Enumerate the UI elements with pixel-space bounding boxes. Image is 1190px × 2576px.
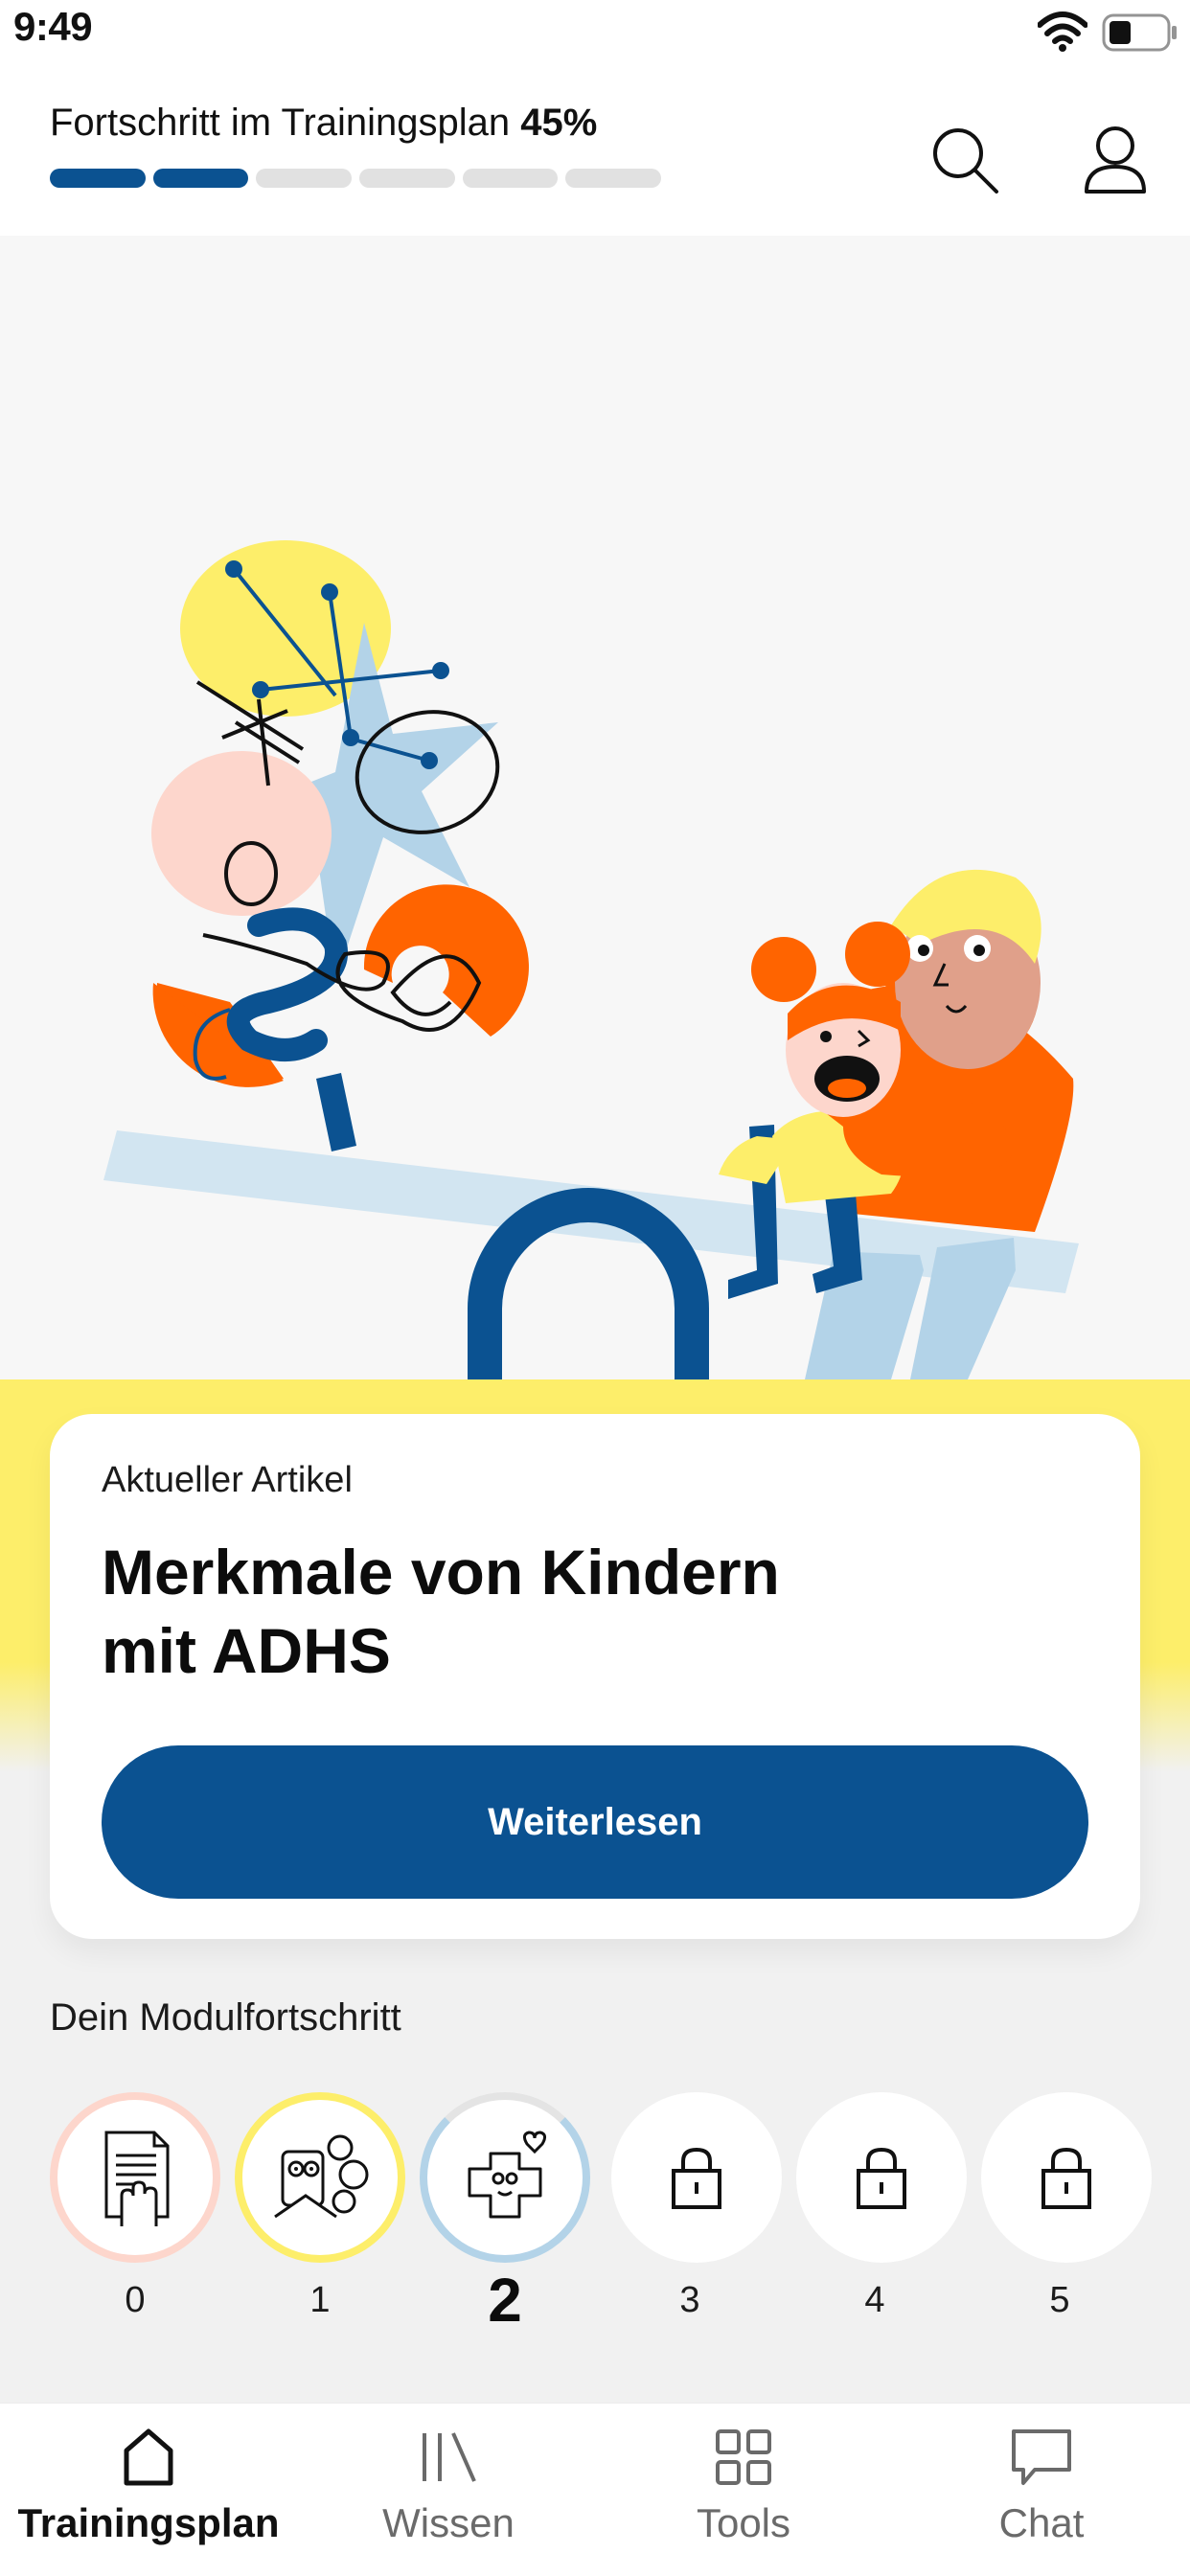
article-title: Merkmale von Kindern mit ADHS xyxy=(102,1537,780,1686)
battery-icon xyxy=(1102,13,1177,52)
progress-segment xyxy=(462,169,559,188)
module-number: 3 xyxy=(679,2280,700,2320)
tab-label: Trainingsplan xyxy=(17,2500,280,2545)
lock-icon xyxy=(1041,2147,1091,2209)
module-progress-heading: Dein Modulfortschritt xyxy=(50,1996,401,2039)
training-progress-bar xyxy=(50,169,662,188)
reading-person-icon xyxy=(274,2134,369,2219)
module-number-current: 2 xyxy=(488,2266,522,2335)
progress-segment xyxy=(152,169,249,188)
module-5-button[interactable] xyxy=(981,2092,1152,2263)
training-progress-label: Fortschritt im Trainingsplan 45% xyxy=(50,102,597,145)
lock-icon xyxy=(672,2147,721,2209)
progress-segment xyxy=(50,169,146,188)
progress-segment xyxy=(256,169,353,188)
progress-percent: 45% xyxy=(520,102,598,144)
home-icon xyxy=(124,2428,173,2486)
wifi-icon xyxy=(1038,11,1087,52)
article-kicker: Aktueller Artikel xyxy=(102,1460,353,1500)
document-hand-icon xyxy=(104,2131,170,2226)
module-1-button[interactable] xyxy=(235,2092,405,2263)
heart-character-icon xyxy=(468,2131,547,2219)
tab-tools[interactable]: Tools xyxy=(600,2424,887,2546)
module-number: 5 xyxy=(1049,2280,1070,2320)
module-2-button[interactable] xyxy=(420,2092,590,2263)
library-icon xyxy=(423,2432,476,2482)
hero-illustration xyxy=(0,236,1190,1379)
module-number: 1 xyxy=(309,2280,331,2320)
tab-label: Chat xyxy=(998,2500,1085,2545)
chat-icon xyxy=(1012,2429,1071,2485)
progress-label-text: Fortschritt im Trainingsplan xyxy=(50,102,511,144)
progress-segment xyxy=(359,169,455,188)
seesaw-family-illustration xyxy=(103,540,1079,1379)
lock-icon xyxy=(857,2147,906,2209)
module-4-button[interactable] xyxy=(796,2092,967,2263)
tab-trainingsplan[interactable]: Trainingsplan xyxy=(0,2424,297,2546)
module-0-button[interactable] xyxy=(50,2092,220,2263)
module-3-button[interactable] xyxy=(611,2092,782,2263)
status-time: 9:49 xyxy=(13,4,93,49)
tab-wissen[interactable]: Wissen xyxy=(297,2424,600,2546)
tab-label: Tools xyxy=(696,2500,791,2545)
tab-label: Wissen xyxy=(382,2500,515,2545)
read-more-button[interactable]: Weiterlesen xyxy=(102,1745,1088,1899)
tab-chat[interactable]: Chat xyxy=(906,2424,1177,2546)
progress-segment xyxy=(565,169,662,188)
profile-icon[interactable] xyxy=(1077,121,1154,197)
search-icon[interactable] xyxy=(926,121,1002,197)
grid-icon xyxy=(716,2429,771,2485)
module-number: 4 xyxy=(864,2280,885,2320)
module-number: 0 xyxy=(125,2280,146,2320)
